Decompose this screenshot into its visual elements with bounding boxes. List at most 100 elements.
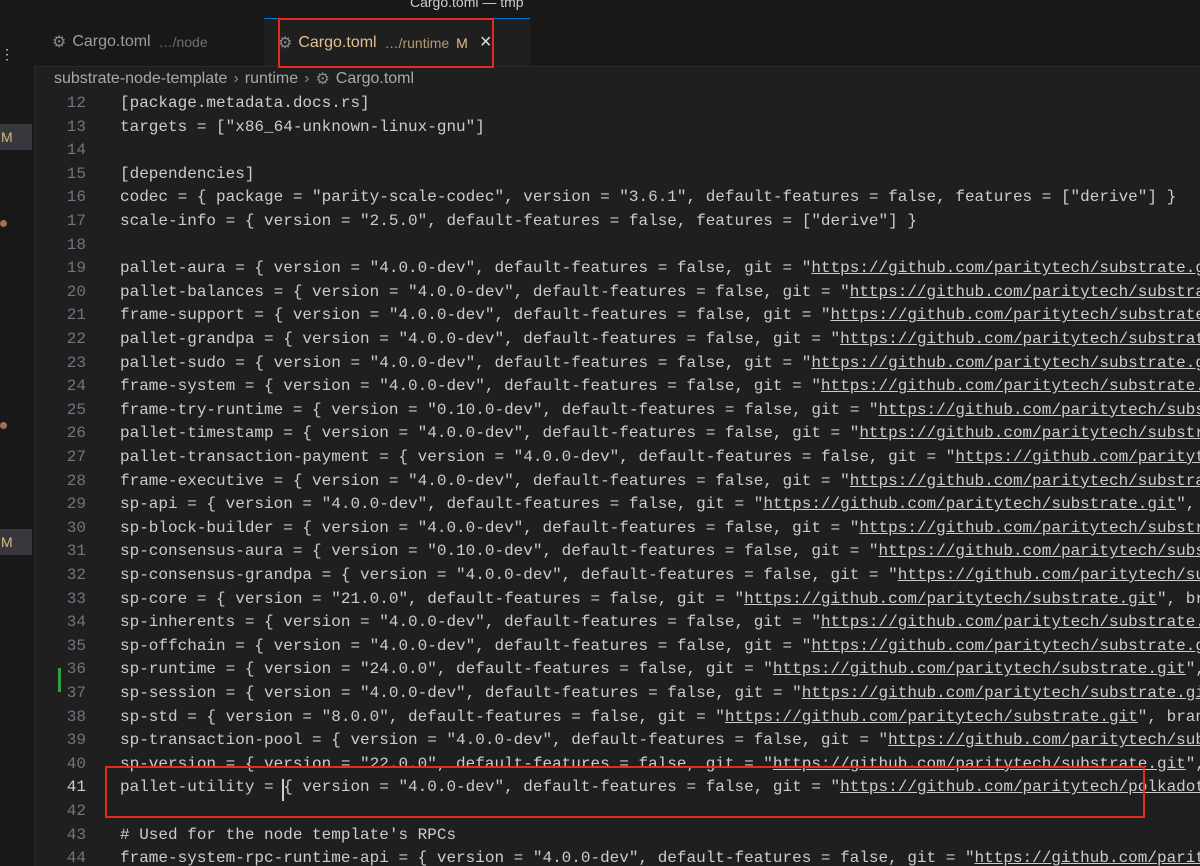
line-number: 15: [66, 164, 86, 183]
breadcrumb-item-runtime[interactable]: runtime: [245, 70, 298, 88]
code-line[interactable]: 41 pallet-utility = { version = "4.0.0-de…: [34, 776, 1200, 800]
code-line[interactable]: 12 [package.metadata.docs.rs]: [34, 92, 1200, 116]
code-url-link[interactable]: https://github.com/paritytech/substrate.…: [850, 472, 1200, 490]
line-number: 41: [66, 778, 86, 797]
code-line[interactable]: 13 targets = ["x86_64-unknown-linux-gnu"]: [34, 116, 1200, 140]
code-segment: pallet-balances = { version = "4.0.0-dev…: [120, 282, 850, 301]
code-line[interactable]: 22 pallet-grandpa = { version = "4.0.0-de…: [34, 328, 1200, 352]
breadcrumb-item-file[interactable]: Cargo.toml: [336, 70, 414, 88]
code-line[interactable]: 16 codec = { package = "parity-scale-code…: [34, 186, 1200, 210]
code-line[interactable]: 31 sp-consensus-aura = { version = "0.10.…: [34, 540, 1200, 564]
code-url-link[interactable]: https://github.com/paritytech/substrate.…: [811, 354, 1200, 372]
chevron-right-icon: ›: [304, 70, 310, 87]
code-url-link[interactable]: https://github.com/paritytech/substrate.…: [955, 448, 1200, 466]
code-line[interactable]: 17 scale-info = { version = "2.5.0", defa…: [34, 210, 1200, 234]
code-line[interactable]: 18: [34, 234, 1200, 258]
code-url-link[interactable]: https://github.com/paritytech/polkadot-s…: [840, 778, 1200, 796]
code-url-link[interactable]: https://github.com/paritytech/substrate.…: [840, 330, 1200, 348]
code-url-link[interactable]: https://github.com/paritytech/substrate.…: [821, 613, 1200, 631]
code-url-link[interactable]: https://github.com/paritytech/substrate.…: [802, 684, 1200, 702]
code-url-link[interactable]: https://github.com/paritytech/substrate.…: [773, 660, 1186, 678]
activity-bar: ⋮ M M: [0, 18, 35, 866]
code-url-link[interactable]: https://github.com/paritytech/substrate.…: [744, 590, 1157, 608]
code-url-link[interactable]: https://github.com/paritytech/substrate.…: [821, 377, 1200, 395]
code-text: pallet-timestamp = { version = "4.0.0-de…: [120, 422, 1200, 446]
code-line[interactable]: 19 pallet-aura = { version = "4.0.0-dev",…: [34, 257, 1200, 281]
code-url-link[interactable]: https://github.com/paritytech/substrate.…: [898, 566, 1200, 584]
code-line[interactable]: 32 sp-consensus-grandpa = { version = "4.…: [34, 564, 1200, 588]
code-text: sp-offchain = { version = "4.0.0-dev", d…: [120, 635, 1200, 659]
code-segment: frame-system-rpc-runtime-api = { version…: [120, 849, 975, 866]
code-line[interactable]: 28 frame-executive = { version = "4.0.0-d…: [34, 470, 1200, 494]
code-segment: ", bra: [1156, 589, 1200, 608]
line-number: 18: [66, 235, 86, 254]
scm-modified-badge[interactable]: M: [0, 124, 32, 150]
code-segment: frame-system = { version = "4.0.0-dev", …: [120, 377, 821, 396]
code-segment: sp-offchain = { version = "4.0.0-dev", d…: [120, 636, 812, 655]
code-url-link[interactable]: https://github.com/paritytech/substrate.…: [975, 849, 1200, 866]
status-dot-icon: [0, 220, 7, 227]
code-line[interactable]: 29 sp-api = { version = "4.0.0-dev", defa…: [34, 493, 1200, 517]
code-url-link[interactable]: https://github.com/paritytech/substrate.…: [831, 306, 1200, 324]
code-line[interactable]: 21 frame-support = { version = "4.0.0-dev…: [34, 304, 1200, 328]
code-url-link[interactable]: https://github.com/paritytech/substrate.…: [879, 542, 1200, 560]
code-segment: frame-support = { version = "4.0.0-dev",…: [120, 306, 831, 325]
code-segment: frame-executive = { version = "4.0.0-dev…: [120, 471, 850, 490]
code-line[interactable]: 40 sp-version = { version = "22.0.0", def…: [34, 753, 1200, 777]
code-line[interactable]: 43 # Used for the node template's RPCs: [34, 824, 1200, 848]
code-line[interactable]: 20 pallet-balances = { version = "4.0.0-d…: [34, 281, 1200, 305]
code-segment: pallet-sudo = { version = "4.0.0-dev", d…: [120, 353, 812, 372]
code-line[interactable]: 39 sp-transaction-pool = { version = "4.0…: [34, 729, 1200, 753]
code-url-link[interactable]: https://github.com/paritytech/substrate.…: [725, 708, 1138, 726]
scm-modified-badge[interactable]: M: [0, 529, 32, 555]
code-line[interactable]: 30 sp-block-builder = { version = "4.0.0-…: [34, 517, 1200, 541]
gear-icon: ⚙: [52, 34, 67, 51]
code-url-link[interactable]: https://github.com/paritytech/substrate.…: [850, 283, 1200, 301]
code-line[interactable]: 34 sp-inherents = { version = "4.0.0-dev"…: [34, 611, 1200, 635]
title-bar: Cargo.toml — tmp: [0, 0, 1200, 18]
code-url-link[interactable]: https://github.com/paritytech/substrate.…: [811, 259, 1200, 277]
line-number: 22: [66, 330, 86, 348]
line-number: 33: [66, 589, 86, 608]
code-line[interactable]: 38 sp-std = { version = "8.0.0", default-…: [34, 706, 1200, 730]
code-line[interactable]: 35 sp-offchain = { version = "4.0.0-dev",…: [34, 635, 1200, 659]
code-url-link[interactable]: https://github.com/paritytech/substrate.…: [879, 401, 1200, 419]
line-number: 19: [66, 259, 86, 278]
code-line[interactable]: 15 [dependencies]: [34, 163, 1200, 187]
modified-indicator: M: [456, 34, 468, 51]
code-segment: sp-session = { version = "4.0.0-dev", de…: [120, 684, 802, 702]
code-text: scale-info = { version = "2.5.0", defaul…: [120, 212, 917, 230]
code-url-link[interactable]: https://github.com/paritytech/substrate.…: [888, 731, 1200, 749]
code-text: pallet-sudo = { version = "4.0.0-dev", d…: [120, 352, 1200, 376]
code-line[interactable]: 14: [34, 139, 1200, 163]
tab-cargo-node[interactable]: ⚙ Cargo.toml …/node: [50, 18, 264, 66]
code-line[interactable]: 44 frame-system-rpc-runtime-api = { versi…: [34, 847, 1200, 866]
code-url-link[interactable]: https://github.com/paritytech/substrate.…: [859, 424, 1200, 442]
code-line[interactable]: 23 pallet-sudo = { version = "4.0.0-dev",…: [34, 352, 1200, 376]
line-number: 26: [66, 424, 86, 443]
code-url-link[interactable]: https://github.com/paritytech/substrate.…: [859, 519, 1200, 537]
code-line[interactable]: 42: [34, 800, 1200, 824]
line-number: 21: [66, 306, 86, 325]
code-line[interactable]: 36 sp-runtime = { version = "24.0.0", def…: [34, 658, 1200, 682]
code-url-link[interactable]: https://github.com/paritytech/substrate.…: [763, 495, 1176, 513]
code-line[interactable]: 27 pallet-transaction-payment = { version…: [34, 446, 1200, 470]
more-icon[interactable]: ⋮: [0, 46, 15, 63]
code-line[interactable]: 25 frame-try-runtime = { version = "0.10.…: [34, 399, 1200, 423]
line-number: 38: [66, 707, 86, 726]
code-line[interactable]: 26 pallet-timestamp = { version = "4.0.0-…: [34, 422, 1200, 446]
code-line[interactable]: 33 sp-core = { version = "21.0.0", defaul…: [34, 588, 1200, 612]
code-url-link[interactable]: https://github.com/paritytech/substrate.…: [811, 637, 1200, 655]
tab-cargo-runtime[interactable]: ⚙ Cargo.toml …/runtime M ×: [264, 18, 530, 66]
code-text: frame-try-runtime = { version = "0.10.0-…: [120, 399, 1200, 423]
gear-icon: ⚙: [315, 71, 330, 88]
code-url-link[interactable]: https://github.com/paritytech/substrate.…: [773, 755, 1186, 773]
breadcrumb-item-root[interactable]: substrate-node-template: [54, 70, 227, 88]
code-text: targets = ["x86_64-unknown-linux-gnu"]: [120, 117, 485, 136]
code-editor[interactable]: 12 [package.metadata.docs.rs] 13 targets = …: [34, 92, 1200, 866]
code-text: frame-system-rpc-runtime-api = { version…: [120, 847, 1200, 866]
code-segment: sp-consensus-grandpa = { version = "4.0.…: [120, 566, 898, 584]
code-line[interactable]: 24 frame-system = { version = "4.0.0-dev"…: [34, 375, 1200, 399]
close-icon[interactable]: ×: [480, 31, 492, 54]
code-line[interactable]: 37 sp-session = { version = "4.0.0-dev", …: [34, 682, 1200, 706]
